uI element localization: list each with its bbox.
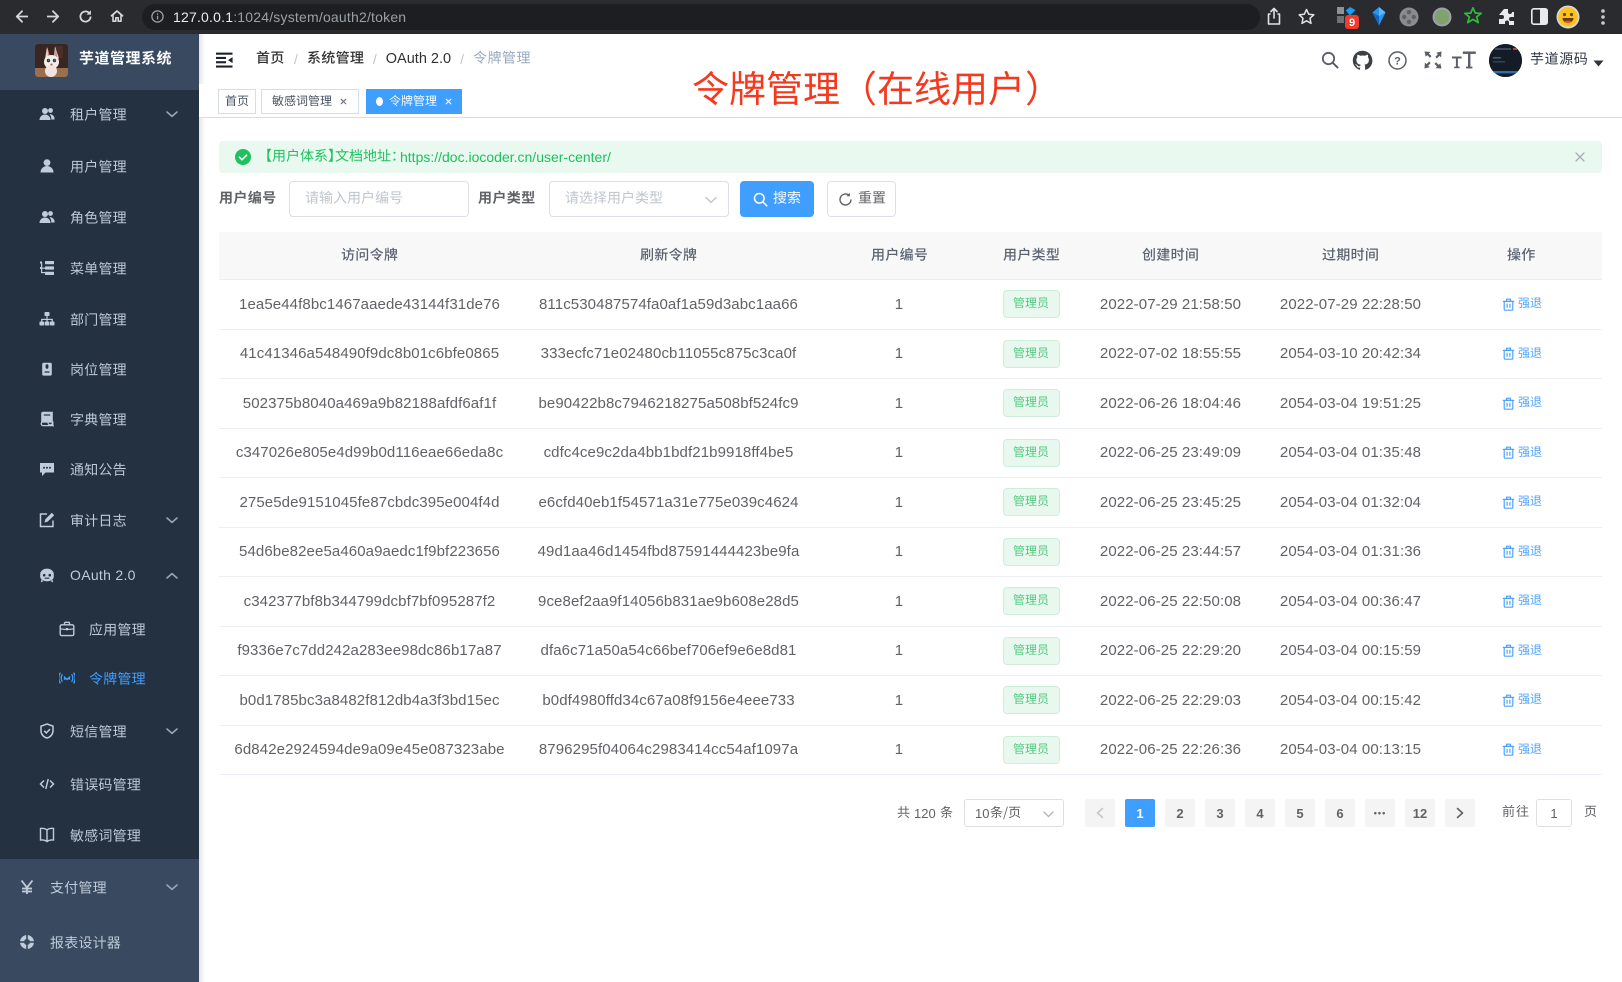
svg-text:9: 9: [1349, 17, 1355, 29]
svg-text:?: ?: [1394, 55, 1401, 67]
